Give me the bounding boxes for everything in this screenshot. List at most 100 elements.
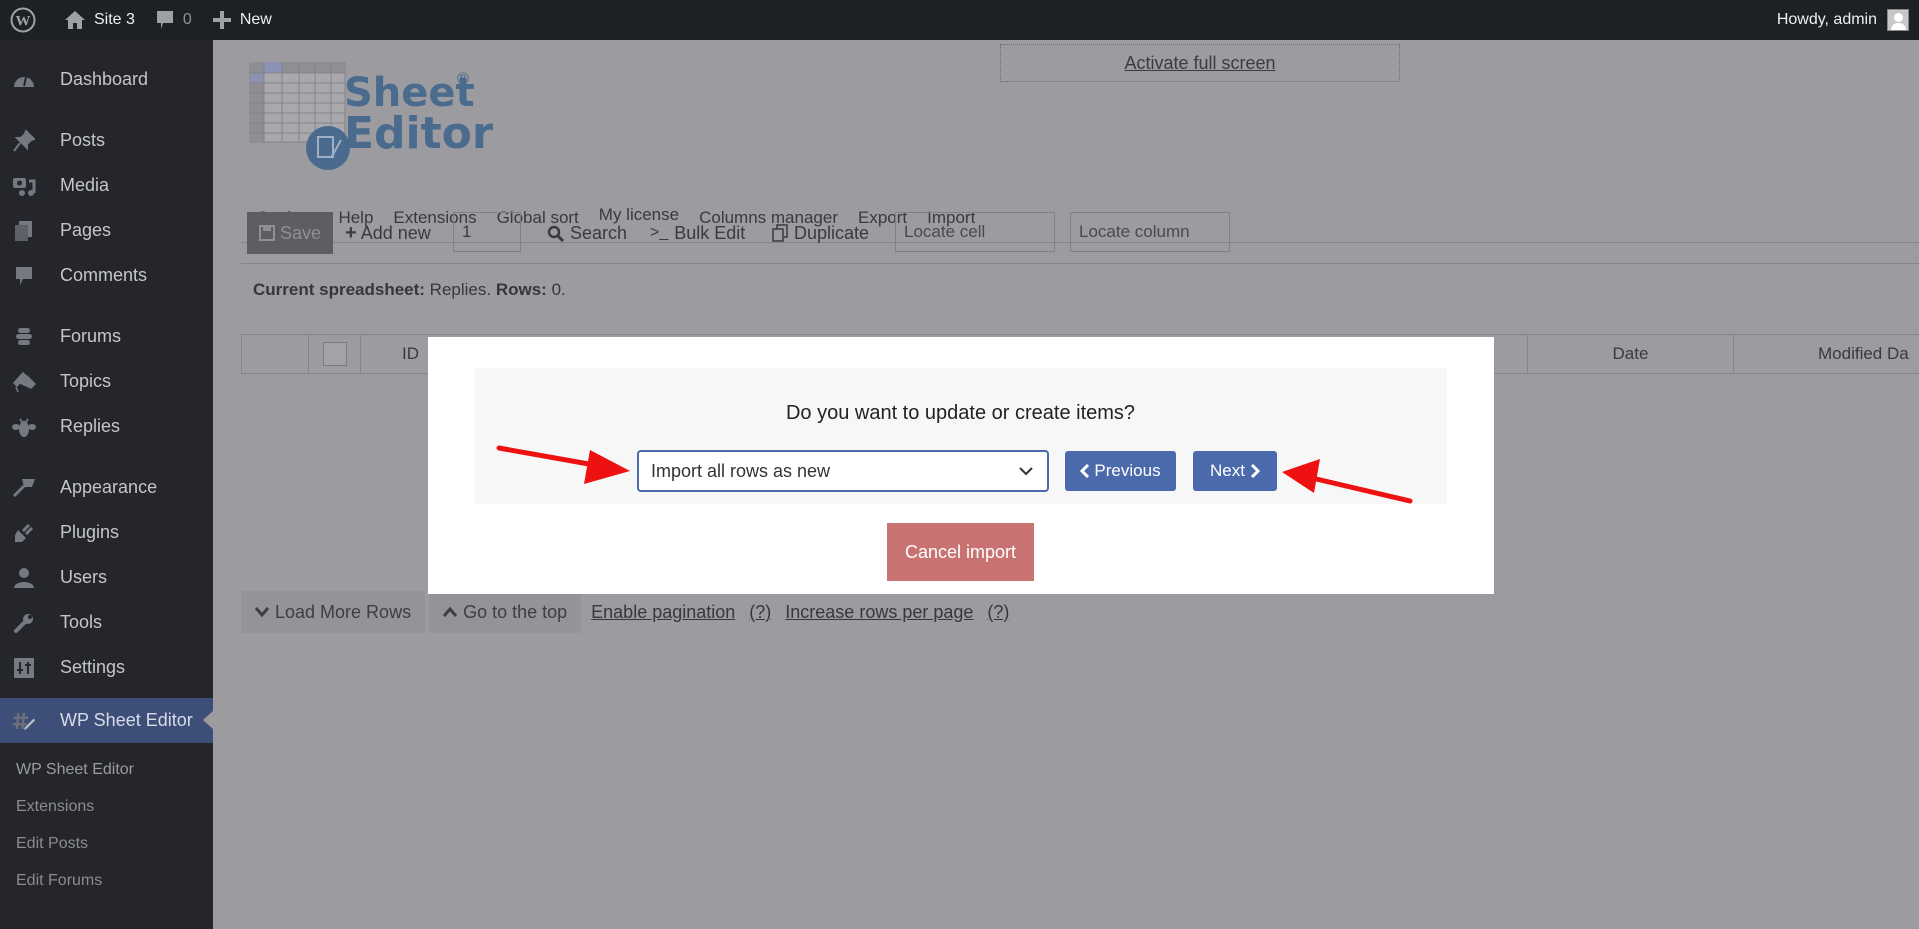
sidebar-item-media[interactable]: Media [0,163,213,208]
sidebar-item-label: Replies [60,416,121,436]
add-new-label: Add new [360,222,431,243]
next-button[interactable]: Next [1193,451,1277,491]
sidebar-item-pages[interactable]: Pages [0,208,213,253]
go-top-label: Go to the top [463,601,568,622]
admin-bar: W Site 3 0 New Howdy, admin [0,0,1919,40]
column-header-modified-date[interactable]: Modified Da [1733,335,1919,373]
submenu-item-edit-forums[interactable]: Edit Forums [0,862,213,899]
divider [241,263,1919,264]
sidebar-item-tools[interactable]: Tools [0,600,213,645]
hash-pencil-icon [12,710,36,732]
add-new-count-input[interactable]: 1 [453,212,521,252]
increase-rows-link[interactable]: Increase rows per page [785,602,973,623]
pages-icon [12,220,36,242]
load-more-rows-button[interactable]: Load More Rows [241,591,426,633]
sidebar-item-dashboard[interactable]: Dashboard [0,57,213,102]
import-mode-value: Import all rows as new [651,460,831,481]
my-account-link[interactable]: Howdy, admin [1767,0,1919,40]
rows-help-link[interactable]: (?) [987,602,1009,623]
floppy-disk-icon [258,225,275,241]
site-name-link[interactable]: Site 3 [54,0,145,40]
bulk-edit-button[interactable]: >_ Bulk Edit [650,212,745,254]
fullscreen-box: Activate full screen [1000,44,1400,82]
new-content-link[interactable]: New [202,0,282,40]
add-new-button[interactable]: + Add new [345,212,431,254]
chevron-up-icon [443,607,458,617]
sidebar-item-replies[interactable]: Replies [0,404,213,449]
import-question: Do you want to update or create items? [785,402,1136,424]
import-modal: Do you want to update or create items? I… [428,337,1494,594]
sidebar-item-plugins[interactable]: Plugins [0,510,213,555]
topics-icon [12,371,36,393]
comments-link[interactable]: 0 [145,0,202,40]
submenu-item-edit-posts[interactable]: Edit Posts [0,825,213,862]
comment-icon [12,265,36,287]
sidebar-item-label: Media [60,175,110,195]
replies-icon [12,416,36,438]
sidebar-item-label: Posts [60,130,106,150]
submenu-item-extensions[interactable]: Extensions [0,788,213,825]
bulk-edit-label: Bulk Edit [674,222,746,243]
sidebar-item-label: Plugins [60,522,120,542]
home-icon [64,10,86,30]
search-button[interactable]: Search [547,212,627,254]
row-header-corner [241,335,308,373]
logo-grid-icon: Sheet ® Editor [249,61,494,170]
sidebar-item-topics[interactable]: Topics [0,359,213,404]
sidebar-item-comments[interactable]: Comments [0,253,213,298]
go-to-top-button[interactable]: Go to the top [429,591,582,633]
comment-bubble-icon [155,9,175,31]
avatar [1887,9,1909,31]
sidebar-item-label: Topics [60,371,112,391]
sidebar-item-label: WP Sheet Editor [60,710,193,730]
sidebar-item-label: Comments [60,265,148,285]
sidebar-item-appearance[interactable]: Appearance [0,465,213,510]
duplicate-button[interactable]: Duplicate [772,212,869,254]
sidebar-item-posts[interactable]: Posts [0,118,213,163]
enable-pagination-link[interactable]: Enable pagination [591,602,735,623]
pagination-help-link[interactable]: (?) [749,602,771,623]
import-mode-select[interactable]: Import all rows as new [637,450,1049,492]
sidebar-item-users[interactable]: Users [0,555,213,600]
next-label: Next [1210,461,1245,480]
current-sheet-value: Replies. [429,280,492,299]
plug-icon [12,522,36,544]
column-header-date[interactable]: Date [1527,335,1733,373]
current-spreadsheet-info: Current spreadsheet: Replies. Rows: 0. [253,280,566,300]
grid-footer: Load More Rows Go to the top Enable pagi… [241,591,1009,633]
cancel-import-button[interactable]: Cancel import [887,523,1034,581]
forums-icon [12,326,36,348]
sidebar-item-label: Users [60,567,108,587]
sidebar-item-wp-sheet-editor[interactable]: WP Sheet Editor [0,698,213,743]
current-sheet-label: Current spreadsheet: [253,280,425,299]
chevron-left-icon [1080,464,1090,478]
wordpress-logo-icon: W [10,7,36,33]
dashboard-icon [12,69,36,91]
locate-column-input[interactable]: Locate column [1070,212,1230,252]
sidebar-item-label: Appearance [60,477,158,497]
new-label: New [239,11,272,28]
sidebar-item-forums[interactable]: Forums [0,314,213,359]
svg-text:W: W [16,14,31,30]
sidebar-item-label: Tools [60,612,103,632]
rows-value: 0. [551,280,566,299]
logo-registered: ® [455,69,471,88]
logo-text-editor: Editor [344,108,493,159]
terminal-icon: >_ [650,224,669,241]
sheet-editor-logo: Sheet ® Editor [243,61,494,182]
submenu-item-wp-sheet-editor[interactable]: WP Sheet Editor [0,751,213,788]
sidebar-item-settings[interactable]: Settings [0,645,213,690]
save-button[interactable]: Save [247,212,333,254]
rows-label: Rows: [495,280,547,299]
save-label: Save [279,222,322,243]
pushpin-icon [12,129,36,152]
previous-button[interactable]: Previous [1065,451,1176,491]
user-icon [12,567,36,589]
wordpress-menu[interactable]: W [0,0,54,40]
duplicate-icon [772,224,789,242]
activate-fullscreen-link[interactable]: Activate full screen [1124,53,1275,74]
locate-cell-input[interactable]: Locate cell [895,212,1055,252]
select-all-checkbox[interactable] [322,342,347,366]
search-label: Search [570,222,628,243]
load-more-label: Load More Rows [275,601,412,622]
